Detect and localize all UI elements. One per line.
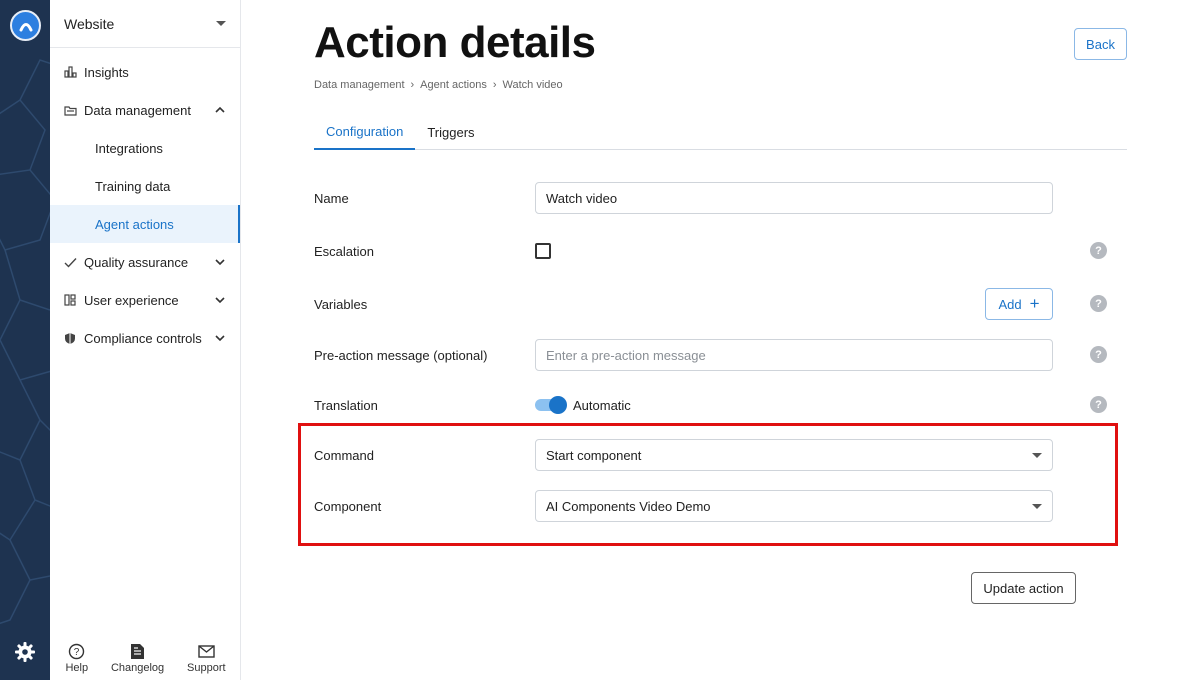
translation-toggle[interactable] — [535, 396, 567, 414]
translation-row: Translation Automatic — [314, 396, 1114, 414]
support-link[interactable]: Support — [187, 643, 226, 674]
breadcrumb-separator: › — [410, 79, 415, 91]
command-select[interactable]: Start component — [535, 439, 1053, 471]
help-icon[interactable]: ? — [1090, 295, 1107, 312]
tab-bar: Configuration Triggers — [314, 114, 1127, 150]
help-label: Help — [65, 662, 89, 674]
app-logo[interactable] — [10, 10, 41, 41]
breadcrumb: Data management › Agent actions › Watch … — [314, 79, 563, 91]
changelog-label: Changelog — [110, 662, 165, 674]
dropdown-arrow-icon — [1032, 503, 1042, 509]
check-icon — [63, 255, 77, 269]
document-icon — [131, 644, 145, 659]
chart-icon — [63, 65, 77, 79]
escalation-label: Escalation — [314, 243, 374, 259]
sidebar-item-label: Quality assurance — [84, 254, 189, 270]
folder-icon — [63, 103, 77, 117]
chevron-down-icon — [215, 297, 225, 304]
sidebar-subitem-label: Agent actions — [95, 216, 174, 232]
escalation-row: Escalation — [314, 242, 1114, 260]
sidebar-subitem-training-data[interactable]: Training data — [50, 167, 240, 205]
sidebar-bottom-links: ? Help Changelog Support — [50, 643, 241, 674]
sidebar-item-label: User experience — [84, 292, 179, 308]
sidebar-subitem-integrations[interactable]: Integrations — [50, 129, 240, 167]
sidebar-item-insights[interactable]: Insights — [50, 53, 240, 91]
chevron-down-icon — [215, 259, 225, 266]
main-content: Action details Back Data management › Ag… — [241, 0, 1200, 680]
sidebar-subitem-label: Training data — [95, 178, 171, 194]
command-label: Command — [314, 447, 374, 463]
plus-icon: + — [1029, 294, 1040, 313]
component-label: Component — [314, 498, 382, 514]
name-input[interactable]: Watch video — [535, 182, 1053, 214]
name-label: Name — [314, 190, 349, 206]
chevron-up-icon — [215, 106, 225, 113]
add-label: Add — [998, 296, 1022, 312]
rail-pattern — [0, 59, 50, 625]
layout-icon — [63, 293, 77, 307]
tab-triggers[interactable]: Triggers — [415, 114, 486, 150]
sidebar-item-quality-assurance[interactable]: Quality assurance — [50, 243, 240, 281]
add-variable-button[interactable]: Add + — [985, 288, 1053, 320]
workspace-selector[interactable]: Website — [50, 0, 240, 48]
breadcrumb-separator: › — [492, 79, 497, 91]
help-circle-icon: ? — [69, 643, 85, 660]
settings-gear-icon[interactable] — [13, 640, 37, 664]
component-row: Component AI Components Video Demo — [314, 490, 1114, 522]
name-row: Name Watch video — [314, 182, 1114, 214]
breadcrumb-item-current: Watch video — [502, 79, 563, 91]
escalation-checkbox[interactable] — [535, 243, 551, 259]
translation-value: Automatic — [573, 397, 631, 413]
dropdown-arrow-icon — [1032, 452, 1042, 458]
pre-action-label: Pre-action message (optional) — [314, 347, 488, 363]
component-value: AI Components Video Demo — [546, 498, 711, 514]
svg-text:?: ? — [74, 647, 80, 658]
page-title: Action details — [314, 18, 596, 67]
sidebar-nav: Insights Data management Integrations Tr… — [50, 53, 240, 357]
pre-action-row: Pre-action message (optional) Enter a pr… — [314, 339, 1114, 371]
chevron-down-icon — [215, 335, 225, 342]
update-action-button[interactable]: Update action — [971, 572, 1076, 604]
logo-icon — [19, 22, 32, 31]
help-icon[interactable]: ? — [1090, 346, 1107, 363]
caret-down-icon — [216, 21, 226, 26]
breadcrumb-item[interactable]: Agent actions — [420, 79, 487, 91]
component-select[interactable]: AI Components Video Demo — [535, 490, 1053, 522]
sidebar-item-data-management[interactable]: Data management — [50, 91, 240, 129]
variables-label: Variables — [314, 296, 368, 312]
pre-action-input[interactable]: Enter a pre-action message — [535, 339, 1053, 371]
back-button[interactable]: Back — [1074, 28, 1127, 60]
sidebar-item-user-experience[interactable]: User experience — [50, 281, 240, 319]
changelog-link[interactable]: Changelog — [111, 643, 164, 674]
sidebar-item-label: Compliance controls — [84, 330, 202, 346]
sidebar-item-compliance-controls[interactable]: Compliance controls — [50, 319, 240, 357]
sidebar-item-label: Data management — [84, 102, 191, 118]
help-link[interactable]: ? Help — [65, 643, 88, 674]
breadcrumb-item[interactable]: Data management — [314, 79, 405, 91]
command-value: Start component — [546, 447, 642, 463]
help-icon[interactable]: ? — [1090, 242, 1107, 259]
shield-icon — [63, 331, 77, 345]
support-label: Support — [187, 662, 226, 674]
sidebar-subitem-label: Integrations — [95, 140, 163, 156]
sidebar-subitem-agent-actions[interactable]: Agent actions — [50, 205, 240, 243]
sidebar-item-label: Insights — [84, 64, 129, 80]
sidebar: Website Insights Data management Integra… — [50, 0, 241, 680]
command-row: Command Start component — [314, 439, 1114, 471]
help-icon[interactable]: ? — [1090, 396, 1107, 413]
tab-configuration[interactable]: Configuration — [314, 114, 416, 150]
translation-label: Translation — [314, 397, 378, 413]
workspace-label: Website — [64, 15, 115, 32]
app-rail — [0, 0, 50, 680]
mail-icon — [198, 645, 215, 658]
